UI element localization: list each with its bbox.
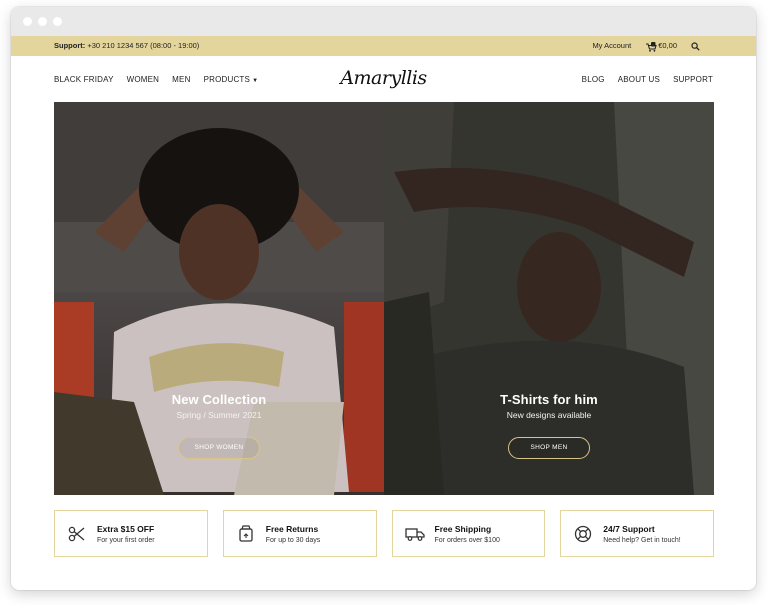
browser-chrome — [11, 7, 756, 36]
window-dot-icon — [53, 17, 62, 26]
women-caption: New Collection Spring / Summer 2021 — [54, 392, 384, 420]
nav-support[interactable]: SUPPORT — [673, 75, 713, 84]
cart-total: €0,00 — [658, 41, 677, 50]
feature-returns[interactable]: Free Returns For up to 30 days — [222, 510, 377, 557]
my-account-link[interactable]: My Account — [592, 36, 631, 56]
hero-banner: New Collection Spring / Summer 2021 SHOP… — [54, 102, 714, 495]
feature-title: Extra $15 OFF — [97, 523, 155, 534]
cart-button[interactable]: €0,00 — [645, 36, 677, 56]
nav-blog[interactable]: BLOG — [582, 75, 605, 84]
browser-window: Support: +30 210 1234 567 (08:00 - 19:00… — [11, 7, 756, 590]
shop-women-button[interactable]: SHOP WOMEN — [178, 437, 260, 459]
feature-support[interactable]: 24/7 Support Need help? Get in touch! — [560, 510, 714, 557]
support-label: Support: — [54, 41, 86, 50]
support-phone: +30 210 1234 567 (08:00 - 19:00) — [87, 41, 200, 50]
feature-title: Free Shipping — [434, 523, 492, 534]
hero-panel-women[interactable]: New Collection Spring / Summer 2021 SHOP… — [54, 102, 384, 495]
women-subtitle: Spring / Summer 2021 — [176, 410, 262, 420]
lifebuoy-icon — [573, 524, 593, 544]
top-bar: Support: +30 210 1234 567 (08:00 - 19:00… — [11, 36, 756, 56]
nav-products-label: PRODUCTS — [203, 74, 251, 84]
shop-men-button[interactable]: SHOP MEN — [508, 437, 590, 459]
feature-subtitle: Need help? Get in touch! — [603, 536, 681, 544]
support-info: Support: +30 210 1234 567 (08:00 - 19:00… — [54, 36, 199, 56]
nav-products[interactable]: PRODUCTS ▼ — [204, 75, 259, 84]
feature-title: Free Returns — [265, 523, 319, 534]
feature-shipping[interactable]: Free Shipping For orders over $100 — [391, 510, 546, 557]
window-dot-icon — [38, 17, 47, 26]
return-box-icon — [236, 524, 256, 544]
women-title: New Collection — [171, 392, 267, 407]
men-caption: T-Shirts for him New designs available — [384, 392, 714, 420]
men-title: T-Shirts for him — [500, 392, 598, 407]
chevron-down-icon: ▼ — [252, 77, 259, 84]
nav-women[interactable]: WOMEN — [127, 75, 160, 84]
feature-subtitle: For orders over $100 — [434, 536, 500, 544]
cart-icon — [645, 41, 657, 52]
feature-title: 24/7 Support — [603, 523, 655, 534]
search-icon[interactable] — [691, 41, 700, 51]
feature-discount[interactable]: Extra $15 OFF For your first order — [54, 510, 208, 557]
scissors-icon — [67, 524, 87, 544]
feature-subtitle: For your first order — [97, 536, 155, 544]
truck-icon — [404, 524, 425, 544]
nav-men[interactable]: MEN — [172, 75, 190, 84]
feature-subtitle: For up to 30 days — [265, 536, 321, 544]
men-subtitle: New designs available — [506, 410, 592, 420]
features-strip: Extra $15 OFF For your first order Free … — [54, 510, 714, 557]
main-nav: BLACK FRIDAY WOMEN MEN PRODUCTS ▼ Amaryll… — [11, 56, 756, 102]
hero-panel-men[interactable]: T-Shirts for him New designs available S… — [384, 102, 714, 495]
nav-black-friday[interactable]: BLACK FRIDAY — [54, 75, 114, 84]
site-logo[interactable]: Amaryllis — [340, 67, 427, 89]
nav-about-us[interactable]: ABOUT US — [618, 75, 660, 84]
window-dot-icon — [23, 17, 32, 26]
